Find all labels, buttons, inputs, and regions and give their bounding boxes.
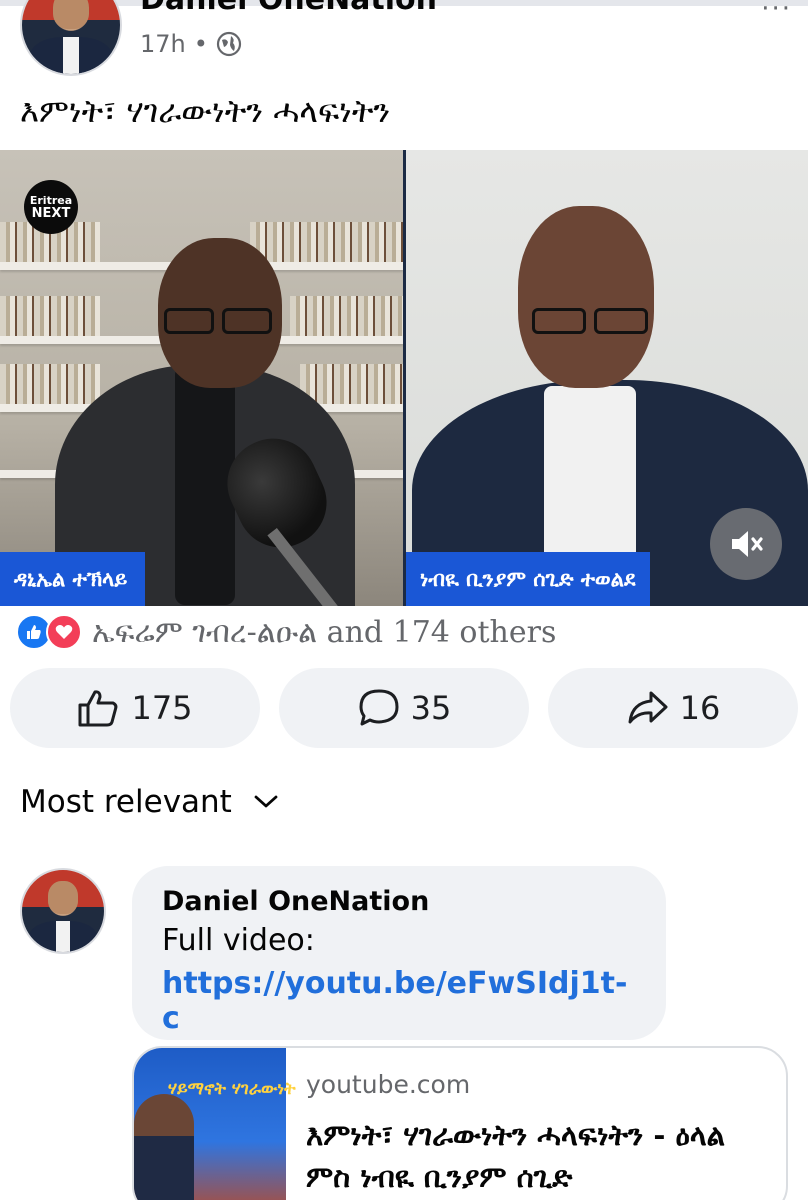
post-text: እምነት፣ ሃገራውነትን ሓላፍነትን [20, 92, 391, 130]
avatar-shirt [56, 920, 70, 952]
meta-separator: • [193, 30, 208, 58]
books [300, 364, 403, 404]
thumbnail-title: ሃይማኖት ሃገራውነት [168, 1079, 296, 1099]
link-title: እምነት፣ ሃገራውነትን ሓላፍነትን - ዕላል ምስ ነብዪ ቢንያም ሰ… [306, 1118, 726, 1194]
speaker-muted-glyph [732, 531, 763, 557]
thumbnail-person [134, 1094, 194, 1200]
avatar-face [53, 0, 89, 29]
globe-icon [216, 31, 242, 57]
love-icon [46, 614, 82, 650]
like-count: 175 [131, 689, 193, 727]
post-author-name[interactable]: Daniel OneNation [140, 0, 437, 17]
post-meta: 17h • [140, 30, 242, 58]
reactions-summary[interactable]: ኤፍሬም ገብረ-ልዑል and 174 others [16, 614, 556, 650]
logo-line2: NEXT [31, 206, 71, 221]
link-domain: youtube.com [306, 1070, 471, 1099]
video-player[interactable]: Eritrea NEXT ዳኒኤል ተኽላይ ነብዪ ቢንያም ሰጊድ ተወልደ [0, 150, 808, 606]
comment-bubble: Daniel OneNation Full video: https://you… [132, 866, 666, 1040]
chevron-down-icon [254, 795, 278, 808]
comment-author-name[interactable]: Daniel OneNation [162, 886, 636, 917]
share-count: 16 [679, 689, 721, 727]
comment-icon [359, 689, 399, 726]
guest-glasses-right [594, 308, 648, 334]
post-options-icon[interactable]: ··· [761, 0, 792, 24]
comment-count: 35 [410, 689, 452, 727]
post-time[interactable]: 17h [140, 30, 186, 58]
books [250, 222, 403, 262]
avatar-face [48, 881, 78, 915]
sort-label: Most relevant [20, 784, 232, 820]
host-glasses-right [222, 308, 272, 334]
books [290, 296, 403, 336]
left-speaker-name-tag: ዳኒኤል ተኽላይ [0, 552, 145, 606]
comment-author-avatar[interactable] [20, 868, 106, 954]
speaker-muted-icon[interactable] [710, 508, 782, 580]
link-preview-card[interactable]: ሃይማኖት ሃገራውነት youtube.com እምነት፣ ሃገራውነትን ሓ… [132, 1046, 788, 1200]
share-icon [628, 691, 668, 724]
thumbs-up-icon [78, 690, 118, 727]
comment-text: Full video: [162, 923, 315, 958]
books [0, 364, 100, 404]
channel-logo: Eritrea NEXT [24, 180, 78, 234]
comment-button[interactable]: 35 [279, 668, 529, 748]
comment-sort-dropdown[interactable]: Most relevant [20, 784, 280, 820]
comment-link[interactable]: https://youtu.be/eFwSIdj1t-c [162, 966, 636, 1036]
post-author-avatar[interactable] [20, 0, 122, 76]
books [0, 296, 100, 336]
avatar-shirt [63, 36, 79, 74]
like-button[interactable]: 175 [10, 668, 260, 748]
guest-glasses-left [532, 308, 586, 334]
reactions-text: ኤፍሬም ገብረ-ልዑል and 174 others [92, 614, 557, 650]
host-glasses-left [164, 308, 214, 334]
host-shirt [175, 365, 235, 605]
right-speaker-name-tag: ነብዪ ቢንያም ሰጊድ ተወልደ [406, 552, 650, 606]
share-button[interactable]: 16 [548, 668, 798, 748]
guest-head [518, 206, 654, 388]
link-thumbnail: ሃይማኖት ሃገራውነት [134, 1048, 296, 1200]
video-left-pane: Eritrea NEXT [0, 150, 403, 606]
